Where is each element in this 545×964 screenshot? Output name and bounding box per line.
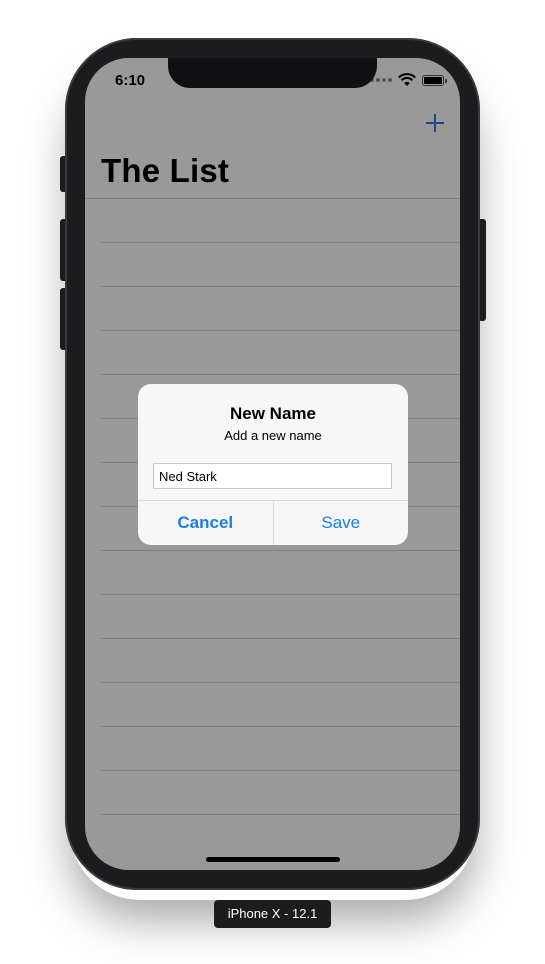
name-input[interactable] [153,463,392,489]
simulator-device-label: iPhone X - 12.1 [214,900,331,928]
alert-message: Add a new name [224,428,322,443]
home-indicator[interactable] [206,857,340,862]
save-button[interactable]: Save [274,501,409,545]
alert-title: New Name [230,404,316,423]
cancel-button[interactable]: Cancel [138,501,274,545]
new-name-alert: New Name Add a new name Cancel Save [138,384,408,545]
alert-actions: Cancel Save [138,500,408,545]
